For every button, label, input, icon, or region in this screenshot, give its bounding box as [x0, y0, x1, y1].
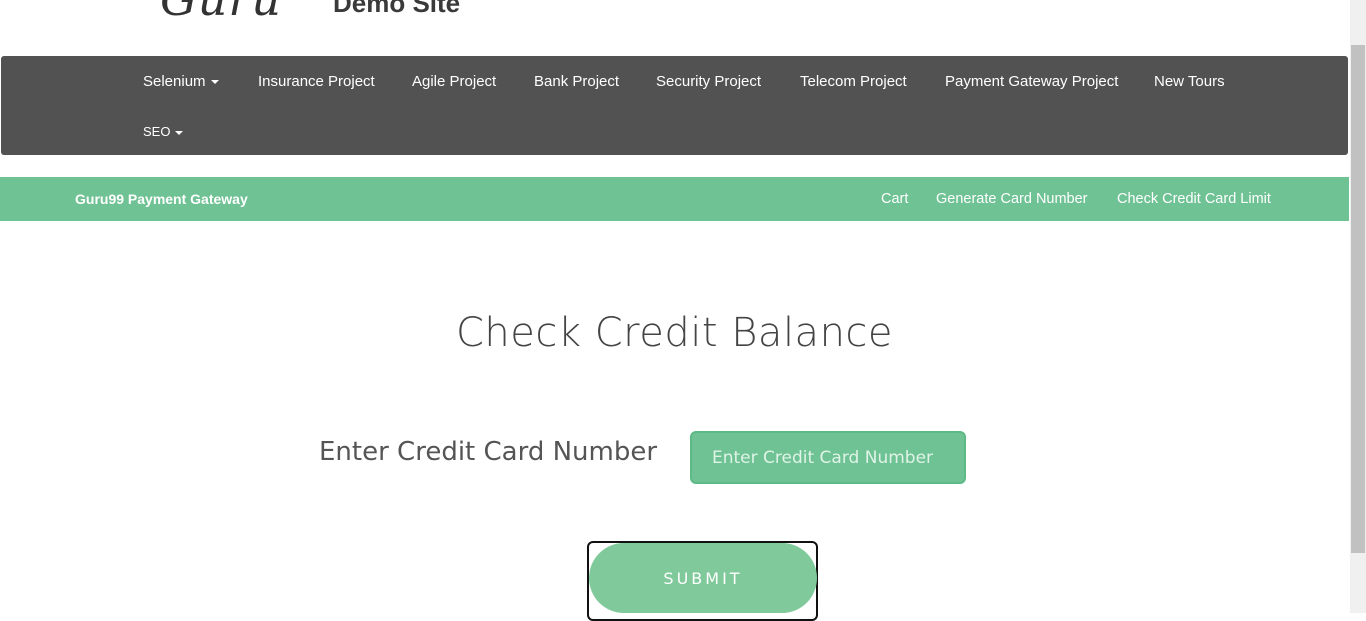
nav-item-insurance-project[interactable]: Insurance Project	[258, 73, 375, 90]
nav-item-selenium[interactable]: Selenium	[143, 73, 219, 90]
caret-down-icon	[175, 130, 184, 135]
nav-item-bank-project[interactable]: Bank Project	[534, 73, 619, 90]
nav-item-telecom-project[interactable]: Telecom Project	[800, 73, 907, 90]
generate-card-number-link[interactable]: Generate Card Number	[936, 191, 1088, 207]
main-navbar: Selenium Insurance Project Agile Project…	[1, 56, 1348, 155]
site-title: Demo Site	[333, 0, 461, 18]
nav-item-new-tours[interactable]: New Tours	[1154, 73, 1225, 90]
nav-item-seo[interactable]: SEO	[143, 124, 184, 139]
payment-gateway-navbar: Guru99 Payment Gateway Cart Generate Car…	[0, 177, 1349, 221]
top-header: Guru Demo Site	[0, 0, 1350, 56]
nav-item-label: SEO	[143, 124, 171, 139]
cart-link[interactable]: Cart	[881, 191, 908, 207]
credit-card-number-label: Enter Credit Card Number	[319, 437, 658, 467]
credit-card-number-input[interactable]	[690, 431, 966, 484]
guru-logo[interactable]: Guru	[160, 0, 282, 26]
scrollbar-thumb[interactable]	[1351, 45, 1365, 553]
nav-item-security-project[interactable]: Security Project	[656, 73, 761, 90]
nav-item-payment-gateway-project[interactable]: Payment Gateway Project	[945, 73, 1118, 90]
check-credit-card-limit-link[interactable]: Check Credit Card Limit	[1117, 191, 1271, 207]
brand-link[interactable]: Guru99 Payment Gateway	[75, 191, 248, 207]
nav-item-agile-project[interactable]: Agile Project	[412, 73, 496, 90]
caret-down-icon	[210, 80, 219, 85]
page-title: Check Credit Balance	[455, 310, 894, 356]
submit-button[interactable]: SUBMIT	[589, 543, 817, 613]
nav-item-label: Selenium	[143, 73, 206, 90]
